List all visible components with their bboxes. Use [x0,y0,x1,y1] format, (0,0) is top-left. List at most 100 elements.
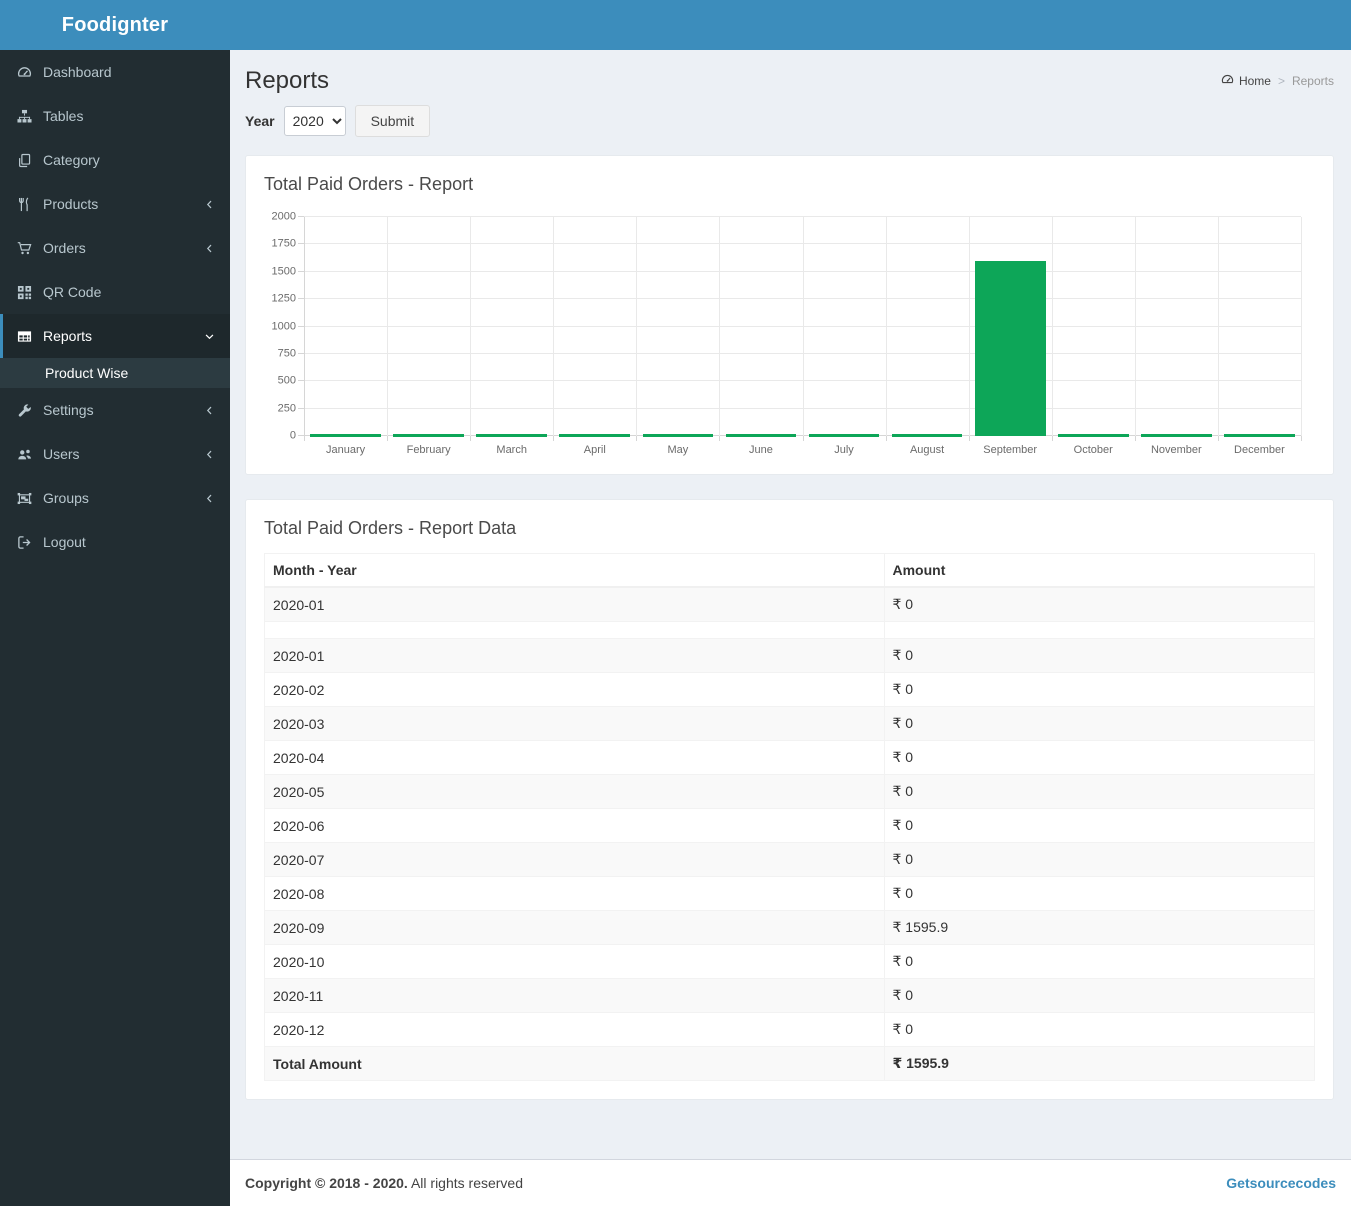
table-row: 2020-01 ₹ 0 [264,586,1315,622]
month-year-cell: 2020-01 [264,638,885,673]
month-year-cell: 2020-08 [264,876,885,911]
table-icon [15,329,33,344]
object-group-icon [15,491,33,506]
sidebar-item-products[interactable]: Products [0,182,230,226]
x-axis-tick [1051,436,1053,441]
sidebar-item-label: Groups [43,490,89,506]
gridline [1217,217,1219,436]
table-row: 2020-01 ₹ 0 [264,638,1315,673]
sidebar-item-users[interactable]: Users [0,432,230,476]
gridline [1301,217,1302,436]
gridline [636,217,638,436]
chevron-down-icon [204,331,215,342]
x-axis-label: June [749,444,773,456]
sidebar-item-orders[interactable]: Orders [0,226,230,270]
x-axis-tick [1134,436,1136,441]
table-row: 2020-10 ₹ 0 [264,944,1315,979]
sitemap-icon [15,109,33,124]
home-dashboard-icon [1221,73,1234,89]
bar-december [1224,434,1295,437]
table-row: 2020-11 ₹ 0 [264,978,1315,1013]
brand-logo[interactable]: Foodignter [0,0,230,50]
gridline [885,217,887,436]
sidebar-item-label: Orders [43,240,86,256]
copyright-bold: Copyright © 2018 - 2020. [245,1175,408,1191]
amount-cell: ₹ 0 [883,586,1315,622]
month-year-cell: 2020-07 [264,842,885,877]
y-axis-label: 0 [289,429,296,442]
column-header-amount: Amount [883,553,1315,588]
breadcrumb-home-link[interactable]: Home [1221,73,1271,89]
month-year-cell: 2020-10 [264,944,885,979]
sidebar-item-qr-code[interactable]: QR Code [0,270,230,314]
sidebar-item-settings[interactable]: Settings [0,388,230,432]
amount-cell: ₹ 0 [883,774,1315,809]
table-row: 2020-03 ₹ 0 [264,706,1315,741]
amount-cell [883,621,1315,639]
bar-march [476,434,547,437]
bar-july [808,434,880,437]
chevron-left-icon [204,243,215,254]
sidebar-item-tables[interactable]: Tables [0,94,230,138]
x-axis-label: May [667,444,689,456]
x-axis-label: March [496,444,527,456]
sidebar-toggle-button[interactable] [230,0,276,1206]
chevron-left-icon [204,405,215,416]
y-axis-label: 1500 [271,265,296,278]
month-year-cell: 2020-01 [264,586,885,622]
x-axis-tick [636,436,638,441]
sidebar-item-label: Reports [43,328,93,344]
sidebar-item-label: Products [43,196,99,212]
chart-card-title: Total Paid Orders - Report [264,174,474,194]
year-label: Year [245,113,275,129]
sidebar: Foodignter Dashboard Tables Category Produc… [0,0,230,1206]
column-header-month-year: Month - Year [264,553,885,588]
chart-card: Total Paid Orders - Report 0 250 500 750 100… [245,155,1334,475]
sidebar-subitem-product-wise[interactable]: Product Wise [0,358,230,388]
amount-cell: ₹ 0 [883,842,1315,877]
year-select[interactable]: 2020 [283,106,346,136]
month-year-cell: 2020-06 [264,808,885,843]
footer: Copyright © 2018 - 2020. All rights rese… [230,1159,1351,1206]
amount-cell: ₹ 0 [883,944,1315,979]
bar-october [1057,434,1129,437]
sidebar-item-logout[interactable]: Logout [0,520,230,564]
top-navbar [230,0,1351,1206]
bar-january [310,434,381,437]
sidebar-item-label: Tables [43,108,84,124]
gridline [802,217,804,436]
chevron-left-icon [204,449,215,460]
getsourcecodes-link[interactable]: Getsourcecodes [1226,1175,1336,1191]
report-data-table: Month - Year Amount 2020-01 ₹ 0 2020-01 ₹ 02… [264,553,1315,1081]
gridline [553,217,555,436]
sidebar-item-label: Category [43,152,100,168]
sidebar-submenu: Product Wise [0,358,230,388]
wrench-icon [15,403,33,418]
sidebar-item-reports[interactable]: Reports [0,314,230,358]
month-year-cell: 2020-05 [264,774,885,809]
sidebar-item-dashboard[interactable]: Dashboard [0,50,230,94]
month-year-cell [264,621,885,639]
cart-icon [15,241,33,256]
table-row: 2020-06 ₹ 0 [264,808,1315,843]
y-axis-label: 750 [277,347,296,360]
brand-name: Foodignter [61,13,169,36]
sidebar-item-groups[interactable]: Groups [0,476,230,520]
table-empty-row [264,621,1315,639]
gridline [1051,217,1053,436]
submit-button[interactable]: Submit [354,105,431,137]
table-total-row: Total Amount ₹ 1595.9 [264,1046,1315,1081]
copy-icon [15,153,33,168]
month-year-cell: 2020-11 [264,978,885,1013]
x-axis-label: August [909,444,945,456]
gridline [470,217,472,436]
table-row: 2020-02 ₹ 0 [264,672,1315,707]
month-year-cell: 2020-04 [264,740,885,775]
bar-september [974,261,1046,436]
sidebar-item-category[interactable]: Category [0,138,230,182]
chart-plot-area: 0 250 500 750 1000 1250 1500 1750 2000 [272,211,1302,441]
app-layout: Foodignter Dashboard Tables Category Produc… [0,0,1351,1206]
x-axis-label: December [1234,444,1285,456]
total-label-cell: Total Amount [264,1046,885,1081]
y-axis-label: 250 [277,402,296,415]
